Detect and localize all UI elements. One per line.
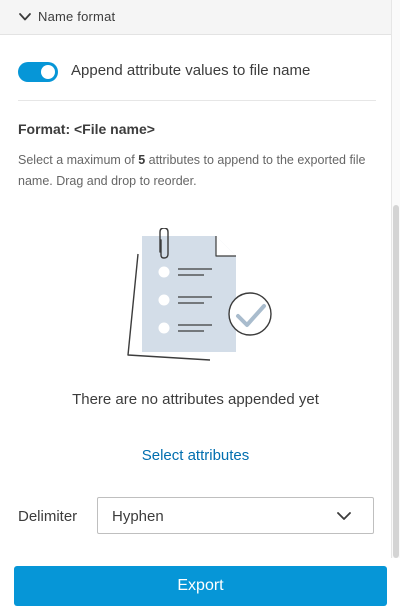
name-format-section-header[interactable]: Name format [0,0,391,35]
delimiter-label: Delimiter [18,508,78,525]
help-text-prefix: Select a maximum of [18,153,139,167]
delimiter-value: Hyphen [112,508,164,525]
empty-state-text: There are no attributes appended yet [72,391,319,408]
append-attributes-toggle-row[interactable]: Append attribute values to file name [18,60,376,84]
name-format-panel: Name format Append attribute values to f… [0,0,392,558]
scrollbar-thumb[interactable] [393,205,399,558]
help-text: Select a maximum of 5 attributes to appe… [18,150,378,192]
format-title: Format: <File name> [18,121,155,137]
append-attributes-toggle[interactable] [18,62,58,82]
document-checklist-icon [127,228,272,361]
delimiter-select[interactable]: Hyphen [97,497,374,534]
scrollbar[interactable] [392,0,400,558]
toggle-knob [41,65,55,79]
export-button[interactable]: Export [14,566,387,606]
divider [18,100,376,101]
select-attributes-link[interactable]: Select attributes [0,447,391,464]
chevron-down-icon [337,512,351,520]
section-title: Name format [38,9,116,24]
chevron-down-icon [19,13,31,21]
toggle-label: Append attribute values to file name [71,62,311,79]
